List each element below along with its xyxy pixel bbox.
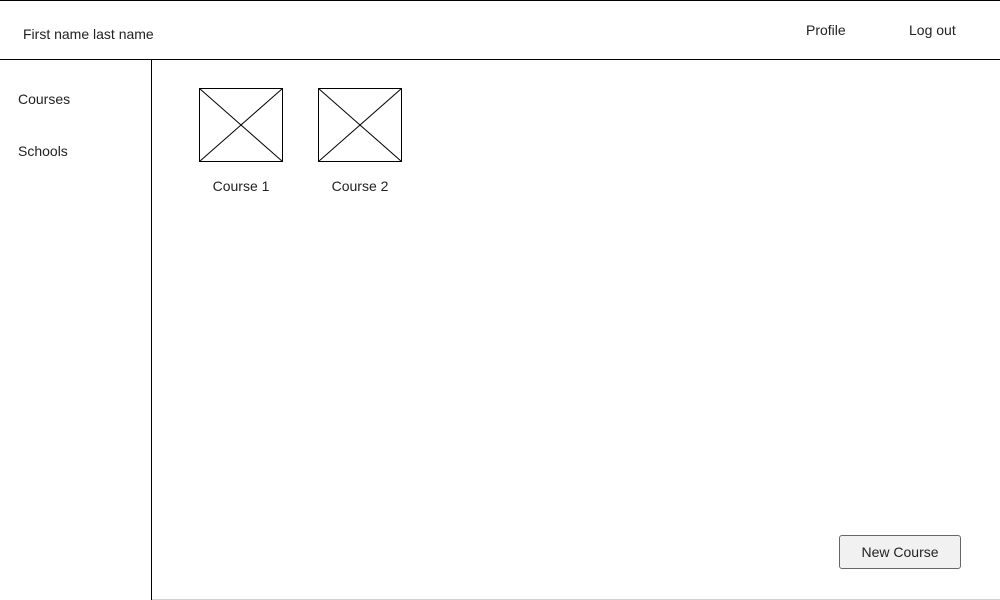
header-bar: First name last name Profile Log out — [0, 0, 1000, 60]
logout-link[interactable]: Log out — [909, 22, 956, 38]
app-window: First name last name Profile Log out Cou… — [0, 0, 1000, 600]
new-course-button[interactable]: New Course — [839, 535, 961, 569]
main-content: Course 1 Course 2 New Course — [152, 60, 1000, 600]
sidebar: Courses Schools — [0, 60, 152, 600]
profile-link[interactable]: Profile — [806, 22, 846, 38]
course-title: Course 2 — [331, 178, 389, 194]
course-card[interactable]: Course 2 — [318, 88, 402, 194]
sidebar-item-schools[interactable]: Schools — [18, 143, 68, 159]
course-card[interactable]: Course 1 — [199, 88, 283, 194]
user-name: First name last name — [23, 26, 154, 42]
course-title: Course 1 — [212, 178, 270, 194]
sidebar-item-courses[interactable]: Courses — [18, 91, 70, 107]
image-placeholder-icon — [318, 88, 402, 162]
image-placeholder-icon — [199, 88, 283, 162]
